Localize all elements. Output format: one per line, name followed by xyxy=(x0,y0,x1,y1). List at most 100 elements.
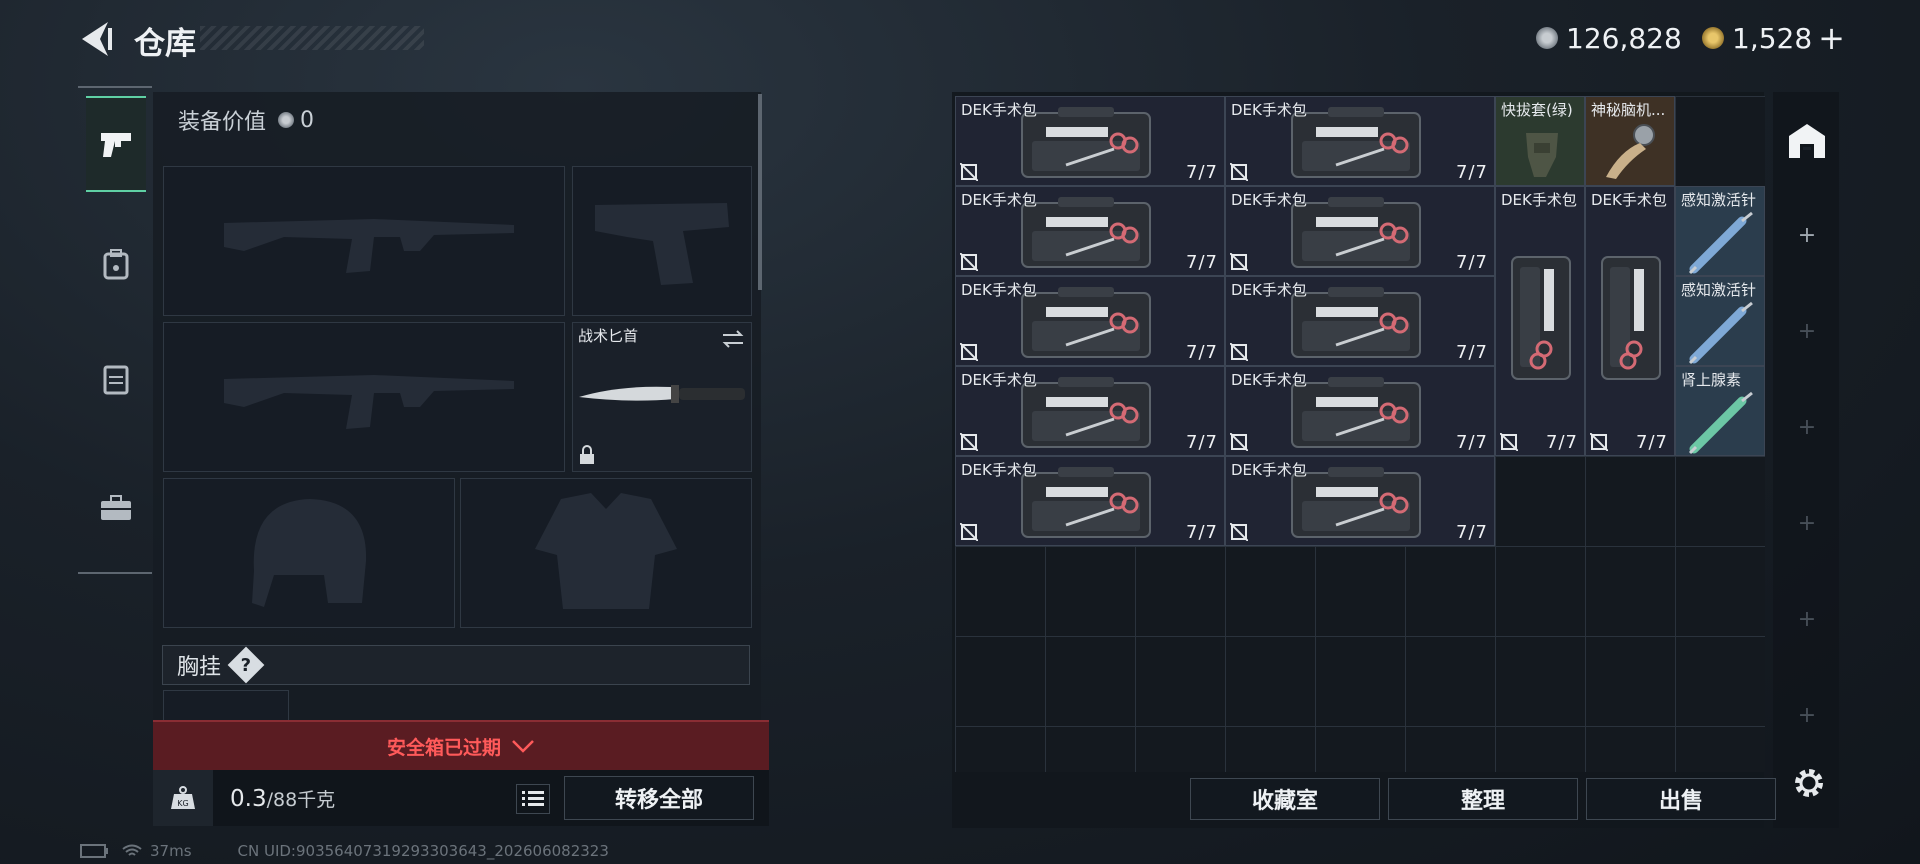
item-count: 7/7 xyxy=(1456,162,1488,183)
svg-text:KG: KG xyxy=(177,799,188,808)
help-icon[interactable]: ? xyxy=(227,646,265,684)
sell-button[interactable]: 出售 xyxy=(1586,778,1776,820)
pistol-slot[interactable] xyxy=(572,166,752,316)
melee-slot[interactable]: 战术匕首 xyxy=(572,322,752,472)
vest-icon xyxy=(103,365,129,395)
list-icon xyxy=(522,791,544,806)
first-aid-kit-icon xyxy=(1021,467,1151,538)
sort-button[interactable]: 整理 xyxy=(1388,778,1578,820)
helmet-silhouette-icon xyxy=(252,499,367,607)
silver-amount: 126,828 xyxy=(1566,21,1682,55)
transfer-all-button[interactable]: 转移全部 xyxy=(564,776,754,820)
stash-item[interactable]: DEK手术包 7/7 xyxy=(955,186,1225,276)
stash-item[interactable]: 感知激活针 xyxy=(1675,276,1765,366)
item-count: 7/7 xyxy=(1456,342,1488,363)
item-name: DEK手术包 xyxy=(1501,191,1577,209)
armor-slot[interactable] xyxy=(460,478,752,628)
stash-item[interactable]: DEK手术包 7/7 xyxy=(955,96,1225,186)
stash-item[interactable]: DEK手术包 7/7 xyxy=(1225,276,1495,366)
adrenaline-icon xyxy=(1688,391,1753,455)
silver-coin-icon xyxy=(1536,27,1558,49)
syringe-icon xyxy=(1688,211,1753,275)
item-name: 快拔套(绿) xyxy=(1501,101,1573,119)
item-name: 肾上腺素 xyxy=(1681,371,1742,389)
item-count: 7/7 xyxy=(1186,342,1218,363)
first-aid-kit-icon xyxy=(1291,287,1421,358)
not-tradeable-icon xyxy=(1500,433,1518,451)
item-name: DEK手术包 xyxy=(961,371,1037,389)
first-aid-kit-icon xyxy=(1601,256,1661,380)
stash-item[interactable]: DEK手术包 7/7 xyxy=(1225,456,1495,546)
stash-item[interactable]: DEK手术包 7/7 xyxy=(955,456,1225,546)
stash-item[interactable]: 肾上腺素 xyxy=(1675,366,1765,456)
page-title: 仓库 xyxy=(134,26,196,62)
first-aid-kit-icon xyxy=(1291,107,1421,178)
add-gold-button[interactable]: + xyxy=(1818,19,1845,57)
helmet-slot[interactable] xyxy=(163,478,455,628)
item-name: DEK手术包 xyxy=(961,191,1037,209)
weight-indicator: KG xyxy=(153,770,213,826)
item-name: DEK手术包 xyxy=(961,281,1037,299)
tab-vest[interactable] xyxy=(86,333,146,425)
safe-box-expired-banner[interactable]: 安全箱已过期 xyxy=(153,720,769,770)
item-name: DEK手术包 xyxy=(1231,371,1307,389)
not-tradeable-icon xyxy=(1230,523,1248,541)
stash-item[interactable]: 感知激活针 xyxy=(1675,186,1765,276)
chevron-down-icon xyxy=(512,740,534,753)
collection-room-button[interactable]: 收藏室 xyxy=(1190,778,1380,820)
stash-page-1-tab[interactable] xyxy=(1786,120,1828,162)
first-aid-kit-icon xyxy=(1021,287,1151,358)
stash-item[interactable]: DEK手术包 7/7 xyxy=(1225,186,1495,276)
stash-item[interactable]: DEK手术包 7/7 xyxy=(955,366,1225,456)
not-tradeable-icon xyxy=(960,343,978,361)
tab-backpack[interactable] xyxy=(86,218,146,310)
settings-gear-icon[interactable] xyxy=(1792,766,1826,800)
item-name: DEK手术包 xyxy=(1231,281,1307,299)
stash-item[interactable]: 神秘脑机... xyxy=(1585,96,1675,186)
item-count: 7/7 xyxy=(1636,432,1668,453)
stash-item[interactable]: DEK手术包 7/7 xyxy=(1585,186,1675,456)
pistol-icon xyxy=(101,133,131,157)
chest-rig-slot[interactable] xyxy=(163,690,289,724)
gold-currency: 1,528 + xyxy=(1702,18,1845,58)
briefcase-icon xyxy=(101,495,131,520)
stash-item[interactable]: DEK手术包 7/7 xyxy=(1225,366,1495,456)
item-count: 7/7 xyxy=(1456,252,1488,273)
primary-weapon-slot-1[interactable] xyxy=(163,166,565,316)
swap-icon[interactable] xyxy=(721,329,745,349)
item-count: 7/7 xyxy=(1186,252,1218,273)
stash-item[interactable]: DEK手术包 7/7 xyxy=(1225,96,1495,186)
uid-text: CN UID:90356407319293303643_202606082323 xyxy=(237,842,609,860)
not-tradeable-icon xyxy=(1230,433,1248,451)
item-count: 7/7 xyxy=(1456,432,1488,453)
back-arrow-icon[interactable] xyxy=(78,20,114,58)
stash-item[interactable]: DEK手术包 7/7 xyxy=(955,276,1225,366)
not-tradeable-icon xyxy=(1230,163,1248,181)
chest-rig-header[interactable]: 胸挂 ? xyxy=(162,645,750,685)
wifi-icon xyxy=(122,844,142,856)
loadout-scrollbar[interactable] xyxy=(758,94,762,290)
stash-item[interactable]: 快拔套(绿) xyxy=(1495,96,1585,186)
list-view-button[interactable] xyxy=(516,784,550,814)
item-name: DEK手术包 xyxy=(1231,191,1307,209)
primary-weapon-slot-2[interactable] xyxy=(163,322,565,472)
brain-device-icon xyxy=(1606,124,1655,179)
lock-icon xyxy=(580,445,594,464)
weight-icon: KG xyxy=(171,786,195,809)
not-tradeable-icon xyxy=(1590,433,1608,451)
tab-weapons[interactable] xyxy=(86,96,146,192)
category-tabs xyxy=(78,86,152,574)
rifle-silhouette-icon xyxy=(224,375,514,429)
backpack-icon xyxy=(103,249,129,280)
item-count: 7/7 xyxy=(1546,432,1578,453)
item-name: 神秘脑机... xyxy=(1591,101,1666,119)
not-tradeable-icon xyxy=(960,433,978,451)
knife-name: 战术匕首 xyxy=(578,327,639,345)
item-name: DEK手术包 xyxy=(961,461,1037,479)
add-stash-page-button[interactable]: + xyxy=(1797,225,1817,247)
stash-item[interactable]: DEK手术包 7/7 xyxy=(1495,186,1585,456)
syringe-icon xyxy=(1688,301,1753,365)
first-aid-kit-icon xyxy=(1021,377,1151,448)
tactical-knife-icon xyxy=(579,385,745,403)
tab-case[interactable] xyxy=(86,462,146,554)
